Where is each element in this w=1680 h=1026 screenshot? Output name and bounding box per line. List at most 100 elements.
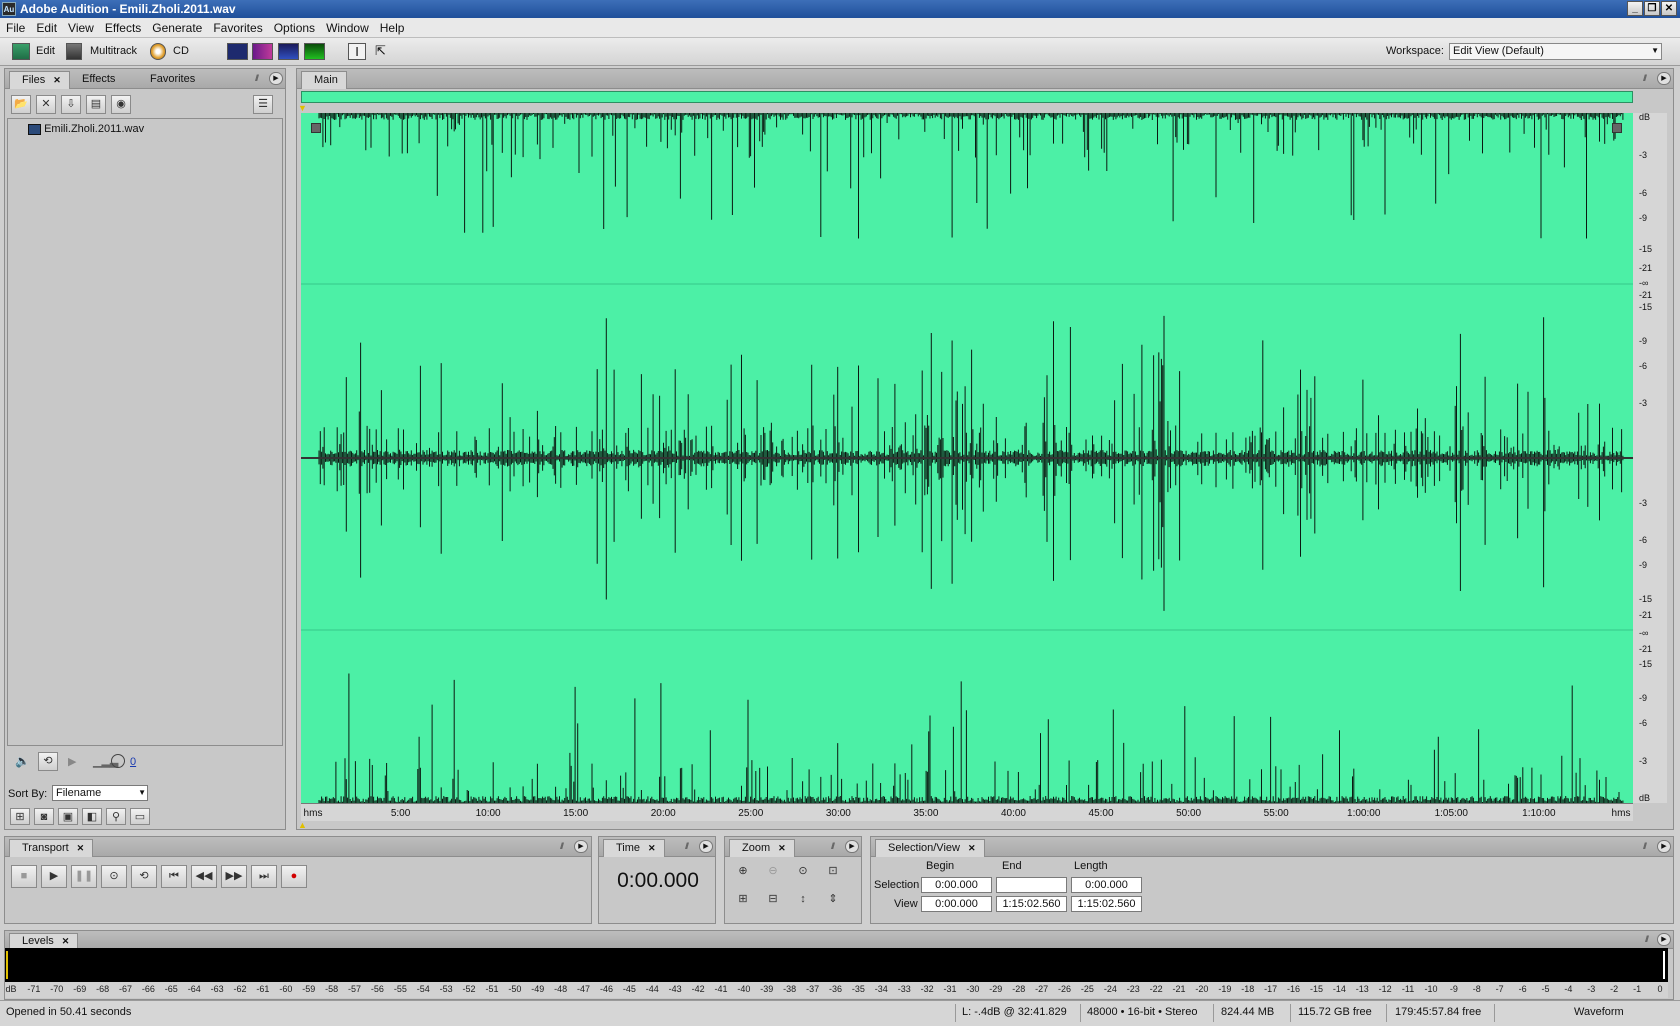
panel-menu-icon[interactable]: ▶ — [1657, 933, 1671, 946]
waveform-display[interactable] — [301, 113, 1633, 803]
fast-forward-button[interactable]: ▶▶ — [221, 865, 247, 888]
menu-view[interactable]: View — [62, 18, 99, 35]
panel-grip-icon[interactable]: //// — [685, 841, 689, 851]
tab-effects[interactable]: Effects — [70, 71, 123, 89]
panel-menu-icon[interactable]: ▶ — [269, 72, 283, 85]
open-file-icon[interactable]: 📂 — [11, 95, 31, 114]
midi-filter-icon[interactable]: ⚲ — [106, 808, 126, 825]
stop-button[interactable]: ■ — [11, 865, 37, 888]
close-icon[interactable]: ✕ — [53, 75, 61, 85]
play-button[interactable]: ▶ — [41, 865, 67, 888]
fade-out-handle[interactable] — [1612, 123, 1622, 133]
spectral-display-icon[interactable] — [252, 43, 273, 60]
panel-menu-icon[interactable]: ▶ — [845, 840, 859, 853]
volume-knob[interactable] — [111, 754, 125, 768]
panel-grip-icon[interactable]: //// — [1643, 73, 1647, 83]
cd-filter-icon[interactable]: ▭ — [130, 808, 150, 825]
audio-filter-icon[interactable]: ◙ — [34, 808, 54, 825]
view-end-field[interactable]: 1:15:02.560 — [996, 896, 1067, 912]
go-to-end-button[interactable]: ⏭ — [251, 865, 277, 888]
minimize-button[interactable]: _ — [1627, 1, 1643, 16]
tab-main[interactable]: Main — [301, 71, 347, 89]
tab-transport[interactable]: Transport ✕ — [9, 839, 94, 857]
restore-button[interactable]: ❐ — [1644, 1, 1660, 16]
menu-help[interactable]: Help — [374, 18, 410, 35]
edit-view-icon[interactable] — [12, 43, 30, 60]
tab-favorites[interactable]: Favorites — [138, 71, 203, 89]
zoom-out-horizontal-icon[interactable]: ⊖ — [763, 863, 783, 882]
loop-filter-icon[interactable]: ▣ — [58, 808, 78, 825]
tab-time[interactable]: Time ✕ — [603, 839, 665, 857]
menu-window[interactable]: Window — [320, 18, 374, 35]
phase-display-icon[interactable] — [304, 43, 325, 60]
play-to-end-button[interactable]: ⊙ — [101, 865, 127, 888]
fade-in-handle[interactable] — [311, 123, 321, 133]
view-length-field[interactable]: 1:15:02.560 — [1071, 896, 1142, 912]
zoom-out-vertical-icon[interactable]: ⇕ — [823, 891, 843, 910]
edit-file-icon[interactable]: ◉ — [111, 95, 131, 114]
file-filter-icon[interactable]: ☰ — [253, 95, 273, 114]
workspace-select[interactable]: Edit View (Default) ▼ — [1449, 43, 1662, 60]
close-icon[interactable]: ✕ — [968, 843, 976, 853]
close-icon[interactable]: ✕ — [62, 936, 70, 946]
panel-menu-icon[interactable]: ▶ — [574, 840, 588, 853]
close-icon[interactable]: ✕ — [778, 843, 786, 853]
close-icon[interactable]: ✕ — [648, 843, 656, 853]
sort-by-select[interactable]: Filename ▼ — [52, 785, 148, 801]
overview-bar[interactable] — [301, 91, 1633, 103]
zoom-in-horizontal-icon[interactable]: ⊕ — [733, 863, 753, 882]
import-file-icon[interactable]: ⇩ — [61, 95, 81, 114]
zoom-left-edge-icon[interactable]: ⊞ — [733, 891, 753, 910]
multitrack-icon[interactable] — [66, 43, 82, 60]
panel-grip-icon[interactable]: //// — [255, 73, 259, 83]
speaker-icon[interactable]: 🔈 — [15, 754, 30, 768]
panel-menu-icon[interactable]: ▶ — [1657, 72, 1671, 85]
zoom-right-edge-icon[interactable]: ⊟ — [763, 891, 783, 910]
loop-icon[interactable]: ⟲ — [38, 752, 58, 771]
play-preview-icon[interactable]: ▶ — [68, 755, 76, 768]
loop-play-button[interactable]: ⟲ — [131, 865, 157, 888]
time-ruler[interactable]: hms 5:00 10:00 15:00 20:00 25:00 30:00 35:00 40:… — [301, 803, 1633, 821]
panel-grip-icon[interactable]: //// — [831, 841, 835, 851]
close-file-icon[interactable]: ✕ — [36, 95, 56, 114]
waveform-display-icon[interactable] — [227, 43, 248, 60]
insert-multitrack-icon[interactable]: ▤ — [86, 95, 106, 114]
cti-marker-icon[interactable]: ▼ — [298, 103, 307, 113]
panel-grip-icon[interactable]: //// — [560, 841, 564, 851]
video-filter-icon[interactable]: ◧ — [82, 808, 102, 825]
edit-view-button[interactable]: Edit — [36, 45, 55, 57]
pause-button[interactable]: ❚❚ — [71, 865, 97, 888]
menu-options[interactable]: Options — [268, 18, 320, 35]
selection-length-field[interactable]: 0:00.000 — [1071, 877, 1142, 893]
view-begin-field[interactable]: 0:00.000 — [921, 896, 992, 912]
menu-favorites[interactable]: Favorites — [207, 18, 267, 35]
close-icon[interactable]: ✕ — [77, 843, 85, 853]
zoom-in-vertical-icon[interactable]: ↕ — [793, 891, 813, 910]
menu-generate[interactable]: Generate — [146, 18, 207, 35]
tab-files[interactable]: Files ✕ — [9, 71, 70, 89]
panel-grip-icon[interactable]: //// — [1643, 841, 1647, 851]
menu-effects[interactable]: Effects — [99, 18, 146, 35]
show-all-icon[interactable]: ⊞ — [10, 808, 30, 825]
multitrack-view-button[interactable]: Multitrack — [90, 45, 137, 57]
marquee-tool-icon[interactable]: ⇱ — [375, 43, 393, 60]
list-item[interactable]: Emili.Zholi.2011.wav — [28, 123, 144, 135]
cd-view-button[interactable]: CD — [173, 45, 189, 57]
panel-grip-icon[interactable]: //// — [1645, 934, 1649, 944]
go-to-start-button[interactable]: ⏮ — [161, 865, 187, 888]
playhead-icon[interactable]: ▲ — [298, 820, 307, 830]
time-selection-tool-icon[interactable]: I — [348, 43, 366, 60]
spectral-pitch-icon[interactable] — [278, 43, 299, 60]
tab-levels[interactable]: Levels ✕ — [9, 933, 79, 949]
selection-begin-field[interactable]: 0:00.000 — [921, 877, 992, 893]
selection-end-field[interactable] — [996, 877, 1067, 893]
cd-icon[interactable] — [150, 43, 166, 60]
menu-edit[interactable]: Edit — [30, 18, 62, 35]
rewind-button[interactable]: ◀◀ — [191, 865, 217, 888]
volume-value[interactable]: 0 — [130, 756, 136, 768]
zoom-full-icon[interactable]: ⊙ — [793, 863, 813, 882]
close-window-button[interactable]: ✕ — [1661, 1, 1677, 16]
menu-file[interactable]: File — [0, 18, 30, 35]
record-button[interactable]: ● — [281, 865, 307, 888]
tab-selection-view[interactable]: Selection/View ✕ — [875, 839, 985, 857]
